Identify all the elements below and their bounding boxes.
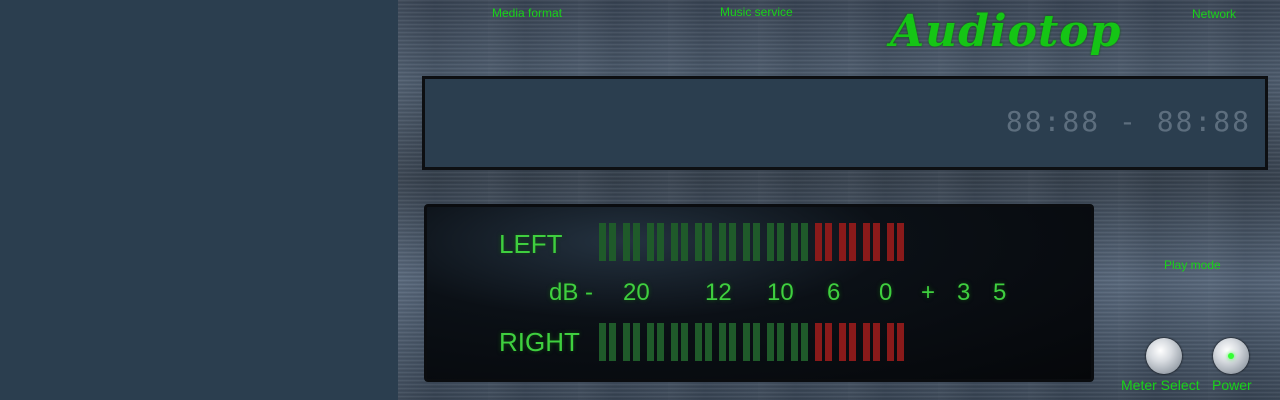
meter-segment bbox=[873, 323, 880, 361]
db-scale-value: 12 bbox=[705, 279, 732, 306]
meter-segment bbox=[873, 223, 880, 261]
meter-segment bbox=[623, 323, 630, 361]
meter-segment bbox=[839, 223, 846, 261]
meter-segment bbox=[729, 323, 736, 361]
network-label[interactable]: Network bbox=[1192, 7, 1236, 21]
meter-segment bbox=[777, 323, 784, 361]
meter-segment bbox=[681, 223, 688, 261]
meter-select-knob[interactable] bbox=[1146, 338, 1182, 374]
time-readout: 88:88 - 88:88 bbox=[1005, 105, 1251, 138]
meter-segment bbox=[791, 323, 798, 361]
play-mode-label[interactable]: Play mode bbox=[1164, 258, 1221, 272]
db-scale-value: 10 bbox=[767, 279, 794, 306]
meter-segment bbox=[719, 323, 726, 361]
db-scale-prefix: dB - bbox=[549, 279, 594, 306]
meter-segment bbox=[887, 323, 894, 361]
db-scale-value: 0 bbox=[879, 279, 893, 306]
meter-segment bbox=[777, 223, 784, 261]
right-channel-label: RIGHT bbox=[499, 327, 580, 357]
meter-segment bbox=[705, 323, 712, 361]
meter-segment bbox=[609, 323, 616, 361]
meter-segment bbox=[815, 323, 822, 361]
meter-segment bbox=[863, 323, 870, 361]
meter-segment bbox=[887, 223, 894, 261]
music-service-label[interactable]: Music service bbox=[720, 5, 793, 19]
meter-segment bbox=[657, 223, 664, 261]
meter-segment bbox=[839, 323, 846, 361]
meter-segment bbox=[825, 323, 832, 361]
meter-segment bbox=[599, 323, 606, 361]
empty-left-area bbox=[0, 0, 398, 400]
meter-segment bbox=[599, 223, 606, 261]
meter-segment bbox=[623, 223, 630, 261]
left-channel-label: LEFT bbox=[499, 229, 563, 259]
meter-segment bbox=[767, 323, 774, 361]
meter-segment bbox=[633, 323, 640, 361]
meter-segment bbox=[825, 223, 832, 261]
meter-segment bbox=[767, 223, 774, 261]
db-scale-value: 6 bbox=[827, 279, 841, 306]
meter-segment bbox=[801, 223, 808, 261]
meter-segment bbox=[719, 223, 726, 261]
meter-segment bbox=[815, 223, 822, 261]
meter-segment bbox=[609, 223, 616, 261]
meter-segment bbox=[705, 223, 712, 261]
meter-segment bbox=[681, 323, 688, 361]
meter-segment bbox=[647, 223, 654, 261]
meter-segment bbox=[657, 323, 664, 361]
power-label: Power bbox=[1212, 377, 1252, 393]
db-scale-value: 20 bbox=[623, 279, 650, 306]
power-indicator-icon bbox=[1228, 353, 1234, 359]
meter-segment bbox=[753, 223, 760, 261]
db-scale-value: 3 bbox=[957, 279, 971, 306]
meter-segment bbox=[849, 223, 856, 261]
meter-segment bbox=[695, 223, 702, 261]
meter-segment bbox=[743, 323, 750, 361]
media-format-label[interactable]: Media format bbox=[492, 6, 562, 20]
meter-segment bbox=[647, 323, 654, 361]
audiotop-logo: Audiotop bbox=[890, 6, 1122, 57]
meter-segment bbox=[791, 223, 798, 261]
meter-segment bbox=[743, 223, 750, 261]
db-scale-value: + bbox=[921, 279, 936, 306]
meter-segment bbox=[729, 223, 736, 261]
meter-segment bbox=[671, 323, 678, 361]
meter-segment bbox=[753, 323, 760, 361]
meter-segment bbox=[671, 223, 678, 261]
vu-meter: LEFT RIGHT dB - 20 12 10 6 0 +3 5 bbox=[424, 204, 1094, 382]
meter-segment bbox=[695, 323, 702, 361]
power-knob[interactable] bbox=[1213, 338, 1249, 374]
meter-segment bbox=[897, 323, 904, 361]
meter-segment bbox=[801, 323, 808, 361]
meter-segment bbox=[849, 323, 856, 361]
lcd-display: 88:88 - 88:88 bbox=[422, 76, 1268, 170]
meter-select-label: Meter Select bbox=[1121, 377, 1200, 393]
db-scale-value: 5 bbox=[993, 279, 1007, 306]
meter-segment bbox=[897, 223, 904, 261]
meter-segment bbox=[633, 223, 640, 261]
meter-segment bbox=[863, 223, 870, 261]
